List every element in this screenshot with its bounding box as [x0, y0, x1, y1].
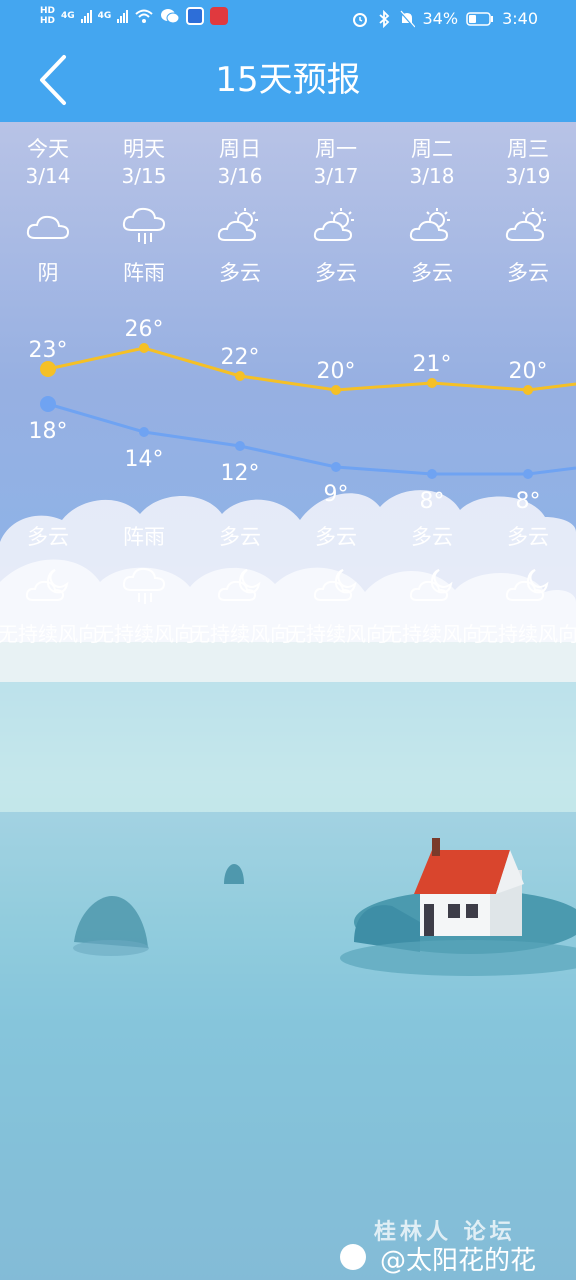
wind-direction: 无持续风向 [478, 622, 576, 646]
wind-direction: 无持续风向 [286, 622, 386, 646]
hd-badge-1: HD [40, 6, 56, 16]
night-weather: 多云 [315, 525, 357, 549]
status-right: 34% 3:40 [351, 9, 538, 28]
day-column: 周一 3/17 多云 多云 无持续风向 [286, 122, 386, 682]
night-weather: 多云 [27, 525, 69, 549]
app-icon-blue [186, 7, 205, 25]
bluetooth-icon [378, 9, 389, 28]
day-weather: 阵雨 [123, 261, 165, 285]
day-weather: 多云 [411, 261, 453, 285]
moon-cloud-icon [409, 566, 455, 606]
battery-percent: 34% [422, 9, 459, 28]
app-icon-red [210, 7, 229, 25]
battery-icon [466, 11, 494, 26]
status-bar: HD HD 4G 4G 34% 3:40 [0, 0, 576, 40]
day-name: 明天 [123, 137, 165, 161]
moon-cloud-icon [313, 566, 359, 606]
watermark-handle: @太阳花的花 [380, 1246, 537, 1276]
wind-direction: 无持续风向 [94, 622, 194, 646]
mute-bell-icon [398, 9, 415, 28]
forecast-columns: 今天 3/14 阴 多云 无持续风向 明天 3/15 阵雨 阵雨 无持续风向 周… [0, 122, 576, 682]
wifi-icon [135, 9, 153, 23]
day-column: 明天 3/15 阵雨 阵雨 无持续风向 [94, 122, 194, 682]
wind-direction: 无持续风向 [190, 622, 290, 646]
alarm-icon [352, 12, 367, 27]
status-left: HD HD 4G 4G [40, 6, 229, 26]
day-weather: 多云 [315, 261, 357, 285]
network-label-1: 4G [61, 11, 75, 21]
day-column: 周二 3/18 多云 多云 无持续风向 [382, 122, 482, 682]
clock: 3:40 [502, 9, 538, 28]
moon-cloud-icon [217, 566, 263, 606]
night-weather: 多云 [219, 525, 261, 549]
day-date: 3/18 [409, 164, 455, 188]
day-name: 今天 [27, 137, 69, 161]
day-date: 3/15 [121, 164, 167, 188]
day-column: 周日 3/16 多云 多云 无持续风向 [190, 122, 290, 682]
day-column: 周三 3/19 多云 多云 无持续风向 [478, 122, 576, 682]
night-weather: 多云 [411, 525, 453, 549]
sun-cloud-icon [313, 206, 359, 246]
hd-badges: HD HD [40, 6, 55, 26]
day-name: 周日 [219, 137, 261, 161]
wind-direction: 无持续风向 [382, 622, 482, 646]
sun-cloud-icon [409, 206, 455, 246]
weibo-logo-icon [340, 1244, 366, 1270]
day-weather: 多云 [219, 261, 261, 285]
cloudy-icon [25, 206, 71, 246]
day-name: 周一 [315, 137, 357, 161]
day-weather: 阴 [37, 261, 59, 285]
day-name: 周三 [507, 137, 549, 161]
night-weather: 阵雨 [123, 525, 165, 549]
hd-badge-2: HD [40, 16, 56, 26]
sun-cloud-icon [217, 206, 263, 246]
day-name: 周二 [411, 137, 453, 161]
moon-cloud-icon [505, 566, 551, 606]
day-date: 3/19 [505, 164, 551, 188]
signal-icon [80, 9, 92, 23]
day-date: 3/14 [25, 164, 71, 188]
night-weather: 多云 [507, 525, 549, 549]
title-bar: 15天预报 [0, 40, 576, 122]
page-title: 15天预报 [215, 60, 361, 100]
network-label-2: 4G [97, 11, 112, 21]
day-date: 3/17 [313, 164, 359, 188]
day-column: 今天 3/14 阴 多云 无持续风向 [0, 122, 98, 682]
sun-cloud-icon [505, 206, 551, 246]
day-date: 3/16 [217, 164, 263, 188]
wechat-icon [161, 9, 180, 24]
wind-direction: 无持续风向 [0, 622, 98, 646]
day-weather: 多云 [507, 261, 549, 285]
rain-icon [121, 206, 167, 246]
signal-icon-2 [117, 9, 129, 23]
moon-cloud-icon [25, 566, 71, 606]
rain-icon [121, 566, 167, 606]
